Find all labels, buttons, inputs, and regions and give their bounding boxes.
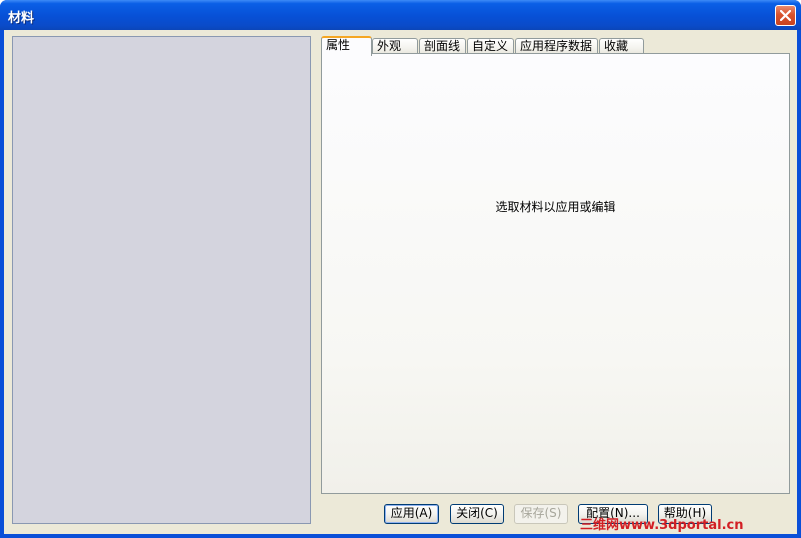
tab-application-data[interactable]: 应用程序数据: [515, 38, 598, 54]
close-button[interactable]: 关闭(C): [450, 504, 504, 524]
tab-panel: 选取材料以应用或编辑: [321, 53, 790, 494]
tab-favorites[interactable]: 收藏: [599, 38, 644, 54]
dialog-client-area: 属性 外观 剖面线 自定义 应用程序数据 收藏 选取材料以应用或编辑 应用(A)…: [4, 30, 797, 534]
tab-custom[interactable]: 自定义: [467, 38, 514, 54]
title-bar[interactable]: 材料: [0, 0, 801, 30]
select-material-message: 选取材料以应用或编辑: [495, 200, 616, 214]
material-preview-pane[interactable]: [12, 36, 311, 524]
tab-properties[interactable]: 属性: [321, 36, 372, 56]
save-button[interactable]: 保存(S): [514, 504, 568, 524]
material-dialog: 材料 属性 外观 剖面线 自定义 应用程序数据 收藏 选取材料以应用或编辑 应用…: [0, 0, 801, 538]
window-title: 材料: [8, 11, 35, 26]
apply-button[interactable]: 应用(A): [384, 504, 439, 524]
tab-hatch[interactable]: 剖面线: [419, 38, 466, 54]
watermark: 三维网www.3dportal.cn: [580, 518, 744, 533]
close-icon: [780, 10, 791, 21]
tab-appearance[interactable]: 外观: [372, 38, 418, 54]
close-window-button[interactable]: [775, 5, 796, 26]
